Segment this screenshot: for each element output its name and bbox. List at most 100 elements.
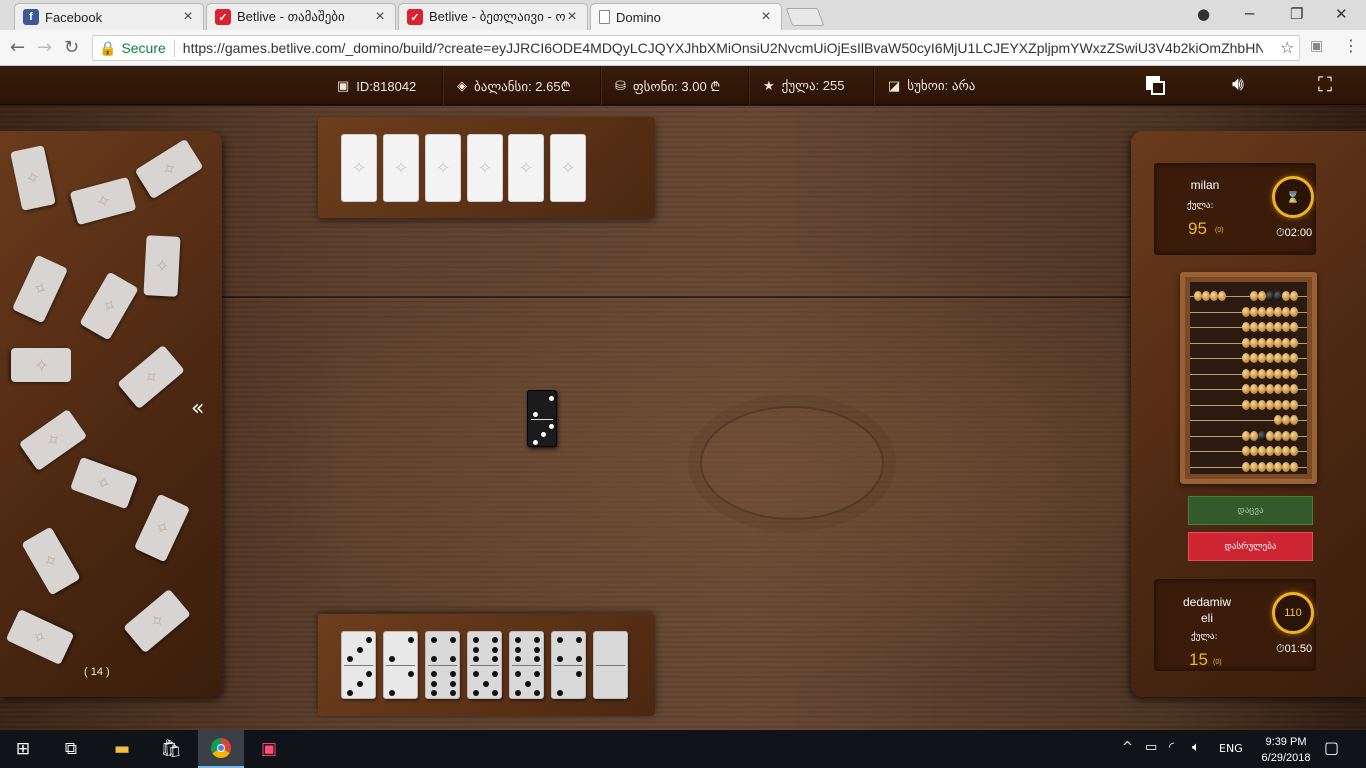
address-input[interactable]: 🔒 Secure https://games.betlive.com/_domi… xyxy=(92,35,1300,61)
back-button[interactable]: ← xyxy=(10,37,25,58)
sound-icon[interactable]: 🔊︎ xyxy=(1232,74,1244,96)
pip xyxy=(549,424,554,429)
battery-icon[interactable]: ▭ xyxy=(1145,740,1157,755)
opponent-hand: ✧ ✧ ✧ ✧ ✧ ✧ xyxy=(318,117,655,218)
notifications-icon[interactable]: ▢ xyxy=(1324,738,1339,757)
abacus-bead xyxy=(1258,461,1266,472)
close-icon[interactable]: × xyxy=(181,8,195,26)
pip xyxy=(389,690,395,696)
opponent-tile: ✧ xyxy=(341,134,377,202)
abacus-bead xyxy=(1282,306,1290,317)
window-mode-icon[interactable] xyxy=(1146,76,1166,96)
pip xyxy=(492,690,498,696)
fullscreen-icon[interactable]: ⛶ xyxy=(1318,74,1332,97)
chrome-icon[interactable] xyxy=(198,730,244,768)
player-score-label: ქულა: xyxy=(1191,632,1218,642)
profile-icon[interactable]: ● xyxy=(1197,5,1210,23)
wifi-icon[interactable]: ◜ xyxy=(1169,740,1174,755)
boneyard-tile[interactable]: ✧ xyxy=(123,588,191,654)
abacus-bead xyxy=(1282,337,1290,348)
tab-domino[interactable]: Domino × xyxy=(590,3,782,30)
browser-tab-strip: f Facebook × ✓ Betlive - თამაშები × ✓ Be… xyxy=(0,0,1366,30)
tab-facebook[interactable]: f Facebook × xyxy=(14,3,204,30)
player-domino[interactable] xyxy=(593,631,628,699)
reload-button[interactable]: ↻ xyxy=(64,37,79,58)
boneyard-tile[interactable]: ✧ xyxy=(11,348,71,382)
close-icon[interactable]: × xyxy=(759,8,773,26)
url-text[interactable]: https://games.betlive.com/_domino/build/… xyxy=(183,40,1263,56)
abacus-bead xyxy=(1274,430,1282,441)
windows-start-icon[interactable]: ⊞ xyxy=(0,730,46,768)
abacus-bead xyxy=(1258,399,1266,410)
abacus-bead xyxy=(1290,337,1298,348)
abacus-bead xyxy=(1250,446,1258,456)
abacus-bead xyxy=(1290,368,1298,379)
secure-label: Secure xyxy=(121,40,166,56)
new-tab-button[interactable] xyxy=(785,8,825,26)
boneyard-tile[interactable]: ✧ xyxy=(5,608,75,666)
boneyard-tile[interactable]: ✧ xyxy=(134,138,204,200)
pip xyxy=(549,396,554,401)
intellij-icon[interactable]: ▣ xyxy=(246,730,292,768)
abacus-bead xyxy=(1266,430,1274,441)
task-view-icon[interactable]: ⧉ xyxy=(48,730,94,768)
abacus-bead xyxy=(1242,322,1250,332)
close-icon[interactable]: × xyxy=(565,8,579,26)
language-indicator[interactable]: ENG xyxy=(1219,742,1243,755)
pip xyxy=(534,690,540,696)
pip xyxy=(524,680,531,687)
boneyard-tile[interactable]: ✧ xyxy=(143,235,181,297)
restore-button[interactable]: ❐ xyxy=(1290,5,1303,23)
close-icon[interactable]: × xyxy=(373,8,387,26)
pip xyxy=(450,671,456,677)
clock-date: 6/29/2018 xyxy=(1261,752,1311,764)
boneyard-tile[interactable]: ✧ xyxy=(69,176,137,226)
player-domino[interactable] xyxy=(341,631,376,699)
player-domino[interactable] xyxy=(509,631,544,699)
window-close-button[interactable]: ✕ xyxy=(1335,5,1348,23)
extension-icon[interactable]: ▣ xyxy=(1310,38,1323,54)
player-hand xyxy=(318,614,655,716)
boneyard-tile[interactable]: ✧ xyxy=(11,254,69,324)
abacus-bead xyxy=(1274,446,1282,456)
player-domino[interactable] xyxy=(425,631,460,699)
bookmark-star-icon[interactable]: ☆ xyxy=(1280,38,1294,57)
abacus-bead xyxy=(1242,461,1250,472)
secure-indicator[interactable]: 🔒 Secure xyxy=(99,39,175,57)
pip xyxy=(473,637,479,643)
pip xyxy=(557,637,563,643)
clock-icon: ⏱ xyxy=(1276,643,1285,655)
tab-betlive-home[interactable]: ✓ Betlive - ბეთლაივი - ო × xyxy=(398,3,588,30)
player-domino[interactable] xyxy=(467,631,502,699)
finish-button[interactable]: დასრულება xyxy=(1188,532,1313,561)
minimize-button[interactable]: ─ xyxy=(1245,5,1254,23)
abacus-bead xyxy=(1266,337,1274,348)
collapse-panel-icon[interactable]: « xyxy=(191,396,204,421)
file-explorer-icon[interactable]: ▬ xyxy=(99,730,145,768)
tab-betlive-games[interactable]: ✓ Betlive - თამაშები × xyxy=(206,3,396,30)
menu-icon[interactable]: ⋮ xyxy=(1343,36,1359,55)
boneyard-tile[interactable]: ✧ xyxy=(79,271,139,341)
boneyard-tile[interactable]: ✧ xyxy=(69,456,139,510)
player-domino[interactable] xyxy=(551,631,586,699)
forward-button[interactable]: → xyxy=(37,37,52,58)
abacus-bead xyxy=(1282,430,1290,441)
abacus-bead xyxy=(1290,306,1298,317)
clock[interactable]: 9:39 PM 6/29/2018 xyxy=(1254,734,1318,766)
abacus-bead xyxy=(1274,368,1282,379)
boneyard-tile[interactable]: ✧ xyxy=(133,493,191,563)
player-domino[interactable] xyxy=(383,631,418,699)
pip xyxy=(534,646,540,653)
boneyard-tile[interactable]: ✧ xyxy=(10,145,56,211)
abacus-bead xyxy=(1266,446,1274,456)
volume-icon[interactable]: 🔈︎ xyxy=(1192,740,1200,755)
boneyard-tile[interactable]: ✧ xyxy=(21,526,81,596)
pip xyxy=(492,656,498,662)
boneyard-tile[interactable]: ✧ xyxy=(18,408,88,472)
opponent-score: 95 xyxy=(1188,219,1207,238)
store-icon[interactable]: 🛍︎ xyxy=(148,730,194,768)
chevron-up-icon[interactable]: ^ xyxy=(1122,740,1133,755)
pip xyxy=(431,690,437,696)
boneyard-tile[interactable]: ✧ xyxy=(117,344,185,410)
draw-button[interactable]: დაცვა xyxy=(1188,496,1313,525)
